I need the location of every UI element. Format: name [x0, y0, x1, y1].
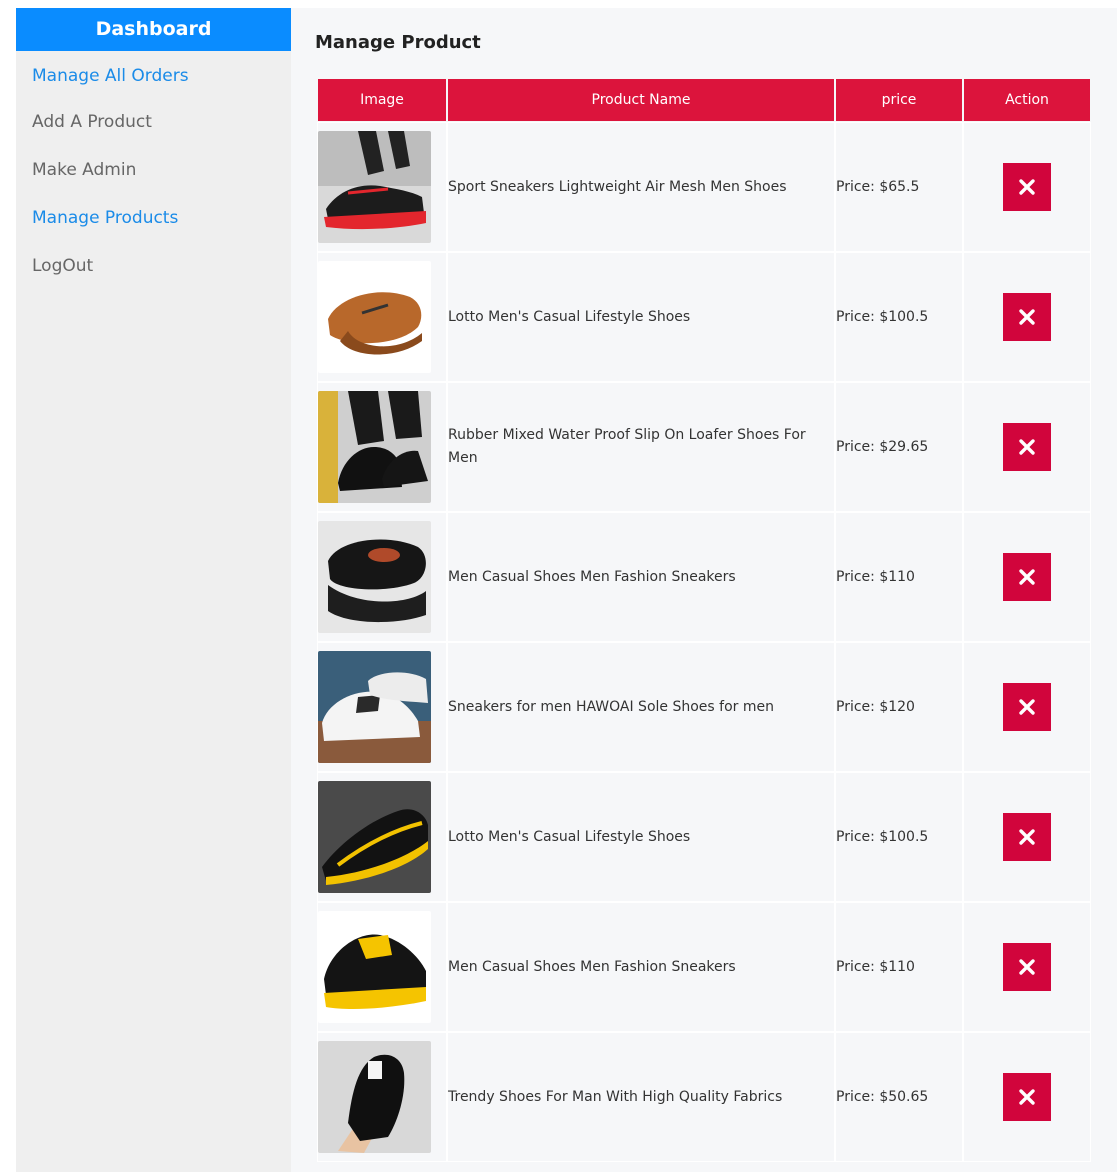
product-name: Men Casual Shoes Men Fashion Sneakers — [448, 903, 834, 1031]
close-icon — [1019, 439, 1035, 455]
product-image-cell — [318, 383, 446, 511]
action-cell — [964, 253, 1090, 381]
product-image-cell — [318, 773, 446, 901]
product-price: Price: $100.5 — [836, 773, 962, 901]
table-row: Rubber Mixed Water Proof Slip On Loafer … — [318, 383, 1090, 511]
table-row: Lotto Men's Casual Lifestyle Shoes Price:… — [318, 253, 1090, 381]
product-image-cell — [318, 513, 446, 641]
action-cell — [964, 513, 1090, 641]
close-icon — [1019, 699, 1035, 715]
product-price: Price: $120 — [836, 643, 962, 771]
product-price: Price: $29.65 — [836, 383, 962, 511]
delete-product-button[interactable] — [1003, 683, 1051, 731]
product-image-cell — [318, 903, 446, 1031]
dashboard-title[interactable]: Dashboard — [16, 8, 291, 51]
action-cell — [964, 123, 1090, 251]
sidebar-item-logout[interactable]: LogOut — [16, 242, 291, 290]
product-price: Price: $65.5 — [836, 123, 962, 251]
action-cell — [964, 903, 1090, 1031]
close-icon — [1019, 959, 1035, 975]
sidebar-item-add-product[interactable]: Add A Product — [16, 98, 291, 146]
close-icon — [1019, 309, 1035, 325]
product-name: Rubber Mixed Water Proof Slip On Loafer … — [448, 383, 834, 511]
product-name: Men Casual Shoes Men Fashion Sneakers — [448, 513, 834, 641]
product-price: Price: $50.65 — [836, 1033, 962, 1161]
product-image-cell — [318, 643, 446, 771]
product-image — [318, 1041, 431, 1153]
column-header-product-name: Product Name — [448, 79, 834, 121]
product-name: Sneakers for men HAWOAI Sole Shoes for m… — [448, 643, 834, 771]
column-header-action: Action — [964, 79, 1090, 121]
main-content: Manage Product Image Product Name price … — [291, 8, 1117, 1172]
product-image — [318, 911, 431, 1023]
product-image-cell — [318, 253, 446, 381]
action-cell — [964, 1033, 1090, 1161]
column-header-price: price — [836, 79, 962, 121]
table-row: Men Casual Shoes Men Fashion Sneakers Pri… — [318, 513, 1090, 641]
product-image-cell — [318, 1033, 446, 1161]
delete-product-button[interactable] — [1003, 553, 1051, 601]
product-image — [318, 261, 431, 373]
product-image — [318, 131, 431, 243]
table-row: Sneakers for men HAWOAI Sole Shoes for m… — [318, 643, 1090, 771]
sidebar-nav: Manage All Orders Add A Product Make Adm… — [16, 51, 291, 290]
action-cell — [964, 643, 1090, 771]
delete-product-button[interactable] — [1003, 943, 1051, 991]
delete-product-button[interactable] — [1003, 423, 1051, 471]
page-title: Manage Product — [315, 32, 481, 53]
product-image — [318, 651, 431, 763]
delete-product-button[interactable] — [1003, 293, 1051, 341]
table-row: Men Casual Shoes Men Fashion Sneakers Pri… — [318, 903, 1090, 1031]
product-name: Lotto Men's Casual Lifestyle Shoes — [448, 773, 834, 901]
table-row: Trendy Shoes For Man With High Quality F… — [318, 1033, 1090, 1161]
products-table: Image Product Name price Action Sport Sn… — [316, 77, 1092, 1163]
sidebar-item-make-admin[interactable]: Make Admin — [16, 146, 291, 194]
delete-product-button[interactable] — [1003, 813, 1051, 861]
product-price: Price: $100.5 — [836, 253, 962, 381]
close-icon — [1019, 829, 1035, 845]
product-image — [318, 391, 431, 503]
delete-product-button[interactable] — [1003, 163, 1051, 211]
product-name: Lotto Men's Casual Lifestyle Shoes — [448, 253, 834, 381]
action-cell — [964, 773, 1090, 901]
product-name: Trendy Shoes For Man With High Quality F… — [448, 1033, 834, 1161]
close-icon — [1019, 569, 1035, 585]
sidebar-item-manage-all-orders[interactable]: Manage All Orders — [16, 51, 291, 98]
product-image-cell — [318, 123, 446, 251]
close-icon — [1019, 179, 1035, 195]
sidebar-item-manage-products[interactable]: Manage Products — [16, 194, 291, 242]
product-image — [318, 521, 431, 633]
delete-product-button[interactable] — [1003, 1073, 1051, 1121]
table-row: Lotto Men's Casual Lifestyle Shoes Price:… — [318, 773, 1090, 901]
action-cell — [964, 383, 1090, 511]
column-header-image: Image — [318, 79, 446, 121]
table-header-row: Image Product Name price Action — [318, 79, 1090, 121]
product-price: Price: $110 — [836, 513, 962, 641]
product-price: Price: $110 — [836, 903, 962, 1031]
product-name: Sport Sneakers Lightweight Air Mesh Men … — [448, 123, 834, 251]
table-row: Sport Sneakers Lightweight Air Mesh Men … — [318, 123, 1090, 251]
close-icon — [1019, 1089, 1035, 1105]
product-image — [318, 781, 431, 893]
sidebar: Dashboard Manage All Orders Add A Produc… — [16, 8, 291, 1172]
